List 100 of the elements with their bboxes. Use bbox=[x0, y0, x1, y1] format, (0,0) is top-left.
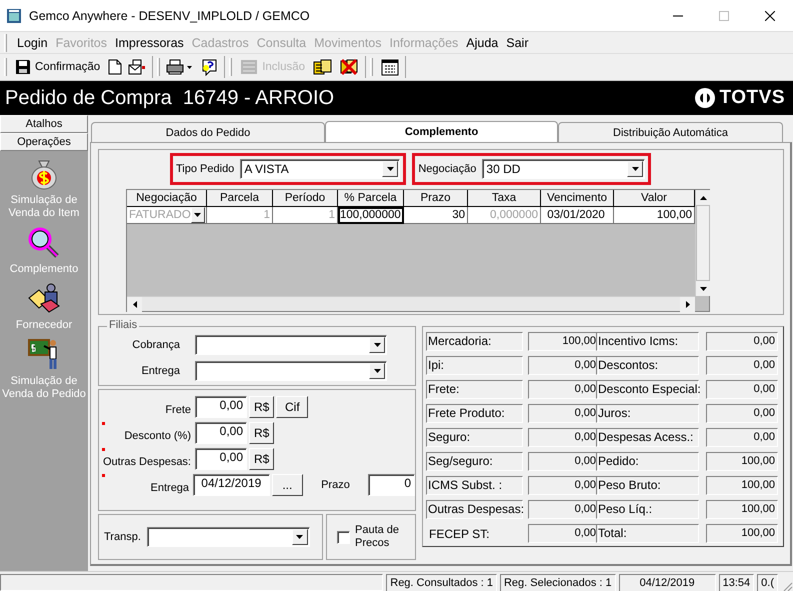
column-header: Parcela bbox=[207, 190, 273, 207]
field-label: Negociação bbox=[418, 163, 476, 175]
small-button[interactable]: R$ bbox=[249, 422, 274, 444]
delete-icon[interactable] bbox=[339, 58, 360, 76]
total-label: Seg/seguro: bbox=[426, 452, 523, 471]
magnifier-icon[interactable] bbox=[27, 226, 61, 260]
input-field[interactable]: 0,00 bbox=[195, 448, 247, 470]
combo-field[interactable]: A VISTA bbox=[240, 159, 400, 179]
total-value: 0,00 bbox=[528, 524, 599, 543]
menu-item[interactable]: Ajuda bbox=[462, 36, 502, 50]
sidebar-section-button[interactable]: Operações bbox=[0, 133, 88, 151]
dropdown-button[interactable] bbox=[369, 337, 385, 353]
close-icon[interactable] bbox=[765, 10, 775, 20]
total-label: Frete Produto: bbox=[426, 404, 523, 423]
input-field[interactable]: 0 bbox=[368, 474, 415, 496]
combo-field[interactable]: 30 DD bbox=[482, 159, 646, 179]
logo-icon bbox=[694, 87, 716, 109]
total-label: Peso Líq.: bbox=[596, 500, 699, 519]
total-value: 100,00 bbox=[706, 452, 778, 471]
total-label: Outras Despesas: bbox=[426, 500, 523, 519]
scroll-right-icon[interactable] bbox=[686, 300, 690, 308]
field-label: Entrega bbox=[140, 365, 180, 377]
printer-icon[interactable] bbox=[166, 59, 194, 75]
page-title: Pedido de Compra 16749 - ARROIO bbox=[5, 86, 334, 110]
boxes-icon[interactable] bbox=[313, 58, 334, 76]
total-value: 0,00 bbox=[706, 380, 778, 399]
scroll-down-icon[interactable] bbox=[700, 286, 707, 290]
field-label: Prazo bbox=[321, 479, 350, 491]
new-document-icon[interactable] bbox=[108, 59, 122, 75]
app-icon bbox=[6, 8, 22, 24]
dropdown-button[interactable] bbox=[369, 363, 385, 379]
status-field: 04/12/2019 bbox=[618, 574, 716, 591]
total-value: 0,00 bbox=[528, 356, 599, 375]
window-title: Gemco Anywhere - DESENV_IMPLOLD / GEMCO bbox=[29, 8, 311, 22]
status-field: Reg. Selecionados : 1 bbox=[500, 574, 616, 591]
total-value: 0,00 bbox=[528, 500, 599, 519]
total-label: Pedido: bbox=[596, 452, 699, 471]
input-field[interactable]: 0,00 bbox=[195, 396, 247, 418]
input-field[interactable]: 04/12/2019 bbox=[193, 474, 270, 496]
total-label: Juros: bbox=[596, 404, 699, 423]
input-field[interactable]: 0,00 bbox=[195, 422, 247, 444]
combo-field[interactable] bbox=[195, 361, 387, 381]
scroll-up-icon[interactable] bbox=[700, 196, 707, 200]
total-value: 100,00 bbox=[706, 524, 778, 543]
menu-item[interactable]: Impressoras bbox=[111, 36, 188, 50]
dropdown-button[interactable] bbox=[382, 161, 398, 177]
total-value: 0,00 bbox=[528, 380, 599, 399]
status-field: Reg. Consultados : 1 bbox=[386, 574, 497, 591]
total-label: Ipi: bbox=[426, 356, 523, 375]
small-button[interactable]: R$ bbox=[249, 448, 274, 470]
tab[interactable]: Distribuição Automática bbox=[558, 122, 783, 142]
total-value: 0,00 bbox=[706, 332, 778, 351]
scroll-left-icon[interactable] bbox=[132, 300, 136, 308]
resize-grip-icon[interactable] bbox=[781, 580, 793, 591]
combo-field[interactable] bbox=[146, 527, 310, 547]
total-label: Total: bbox=[596, 524, 699, 543]
total-label: Seguro: bbox=[426, 428, 523, 447]
total-label: Mercadoria: bbox=[426, 332, 523, 351]
vertical-scrollbar[interactable] bbox=[695, 190, 710, 296]
status-field: 0.( bbox=[757, 574, 778, 591]
total-label: Frete: bbox=[426, 380, 523, 399]
caret-icon bbox=[632, 167, 639, 171]
checkbox-label: Pauta de Precos bbox=[355, 524, 400, 550]
caret-icon bbox=[374, 343, 380, 347]
dropdown-button[interactable] bbox=[627, 161, 644, 177]
tab[interactable]: Dados do Pedido bbox=[91, 122, 325, 142]
column-header: Vencimento bbox=[541, 190, 614, 207]
menu-item[interactable]: Sair bbox=[502, 36, 532, 50]
total-label: Descontos: bbox=[596, 356, 699, 375]
total-value: 0,00 bbox=[706, 404, 778, 423]
tab[interactable]: Complemento bbox=[325, 121, 558, 142]
table-cell: 1 bbox=[207, 207, 273, 224]
group-title: Filiais bbox=[107, 319, 140, 331]
table-cell: 30 bbox=[404, 207, 468, 224]
table-cell: 03/01/2020 bbox=[541, 207, 614, 224]
help-icon[interactable] bbox=[200, 58, 218, 76]
total-label: FECEP ST: bbox=[428, 526, 490, 543]
field-label: Tipo Pedido bbox=[176, 163, 234, 175]
caret-icon bbox=[386, 167, 394, 171]
calendar-icon[interactable] bbox=[381, 58, 400, 76]
column-header: Negociação bbox=[127, 190, 207, 207]
grid-icon bbox=[240, 59, 258, 75]
column-header: % Parcela bbox=[338, 190, 404, 207]
small-button[interactable]: R$ bbox=[249, 396, 274, 418]
document-envelope-icon[interactable] bbox=[128, 59, 146, 75]
caret-icon bbox=[374, 369, 380, 373]
column-header: Período bbox=[273, 190, 338, 207]
dropdown-button[interactable] bbox=[292, 529, 308, 545]
total-label: Peso Bruto: bbox=[596, 476, 699, 495]
sidebar-section-button[interactable]: Atalhos bbox=[0, 115, 88, 133]
checkbox[interactable] bbox=[337, 530, 350, 544]
total-label: Desconto Especial: bbox=[596, 380, 699, 399]
small-button[interactable]: ... bbox=[272, 474, 304, 496]
table-cell: 100,000000 bbox=[338, 207, 404, 224]
menu-item[interactable]: Login bbox=[13, 36, 52, 50]
small-button[interactable]: Cif bbox=[276, 396, 308, 418]
toolbar-button[interactable]: Confirmação bbox=[13, 59, 102, 75]
horizontal-scrollbar[interactable] bbox=[127, 296, 695, 311]
table-cell: 1 bbox=[273, 207, 338, 224]
combo-field[interactable] bbox=[195, 335, 387, 355]
